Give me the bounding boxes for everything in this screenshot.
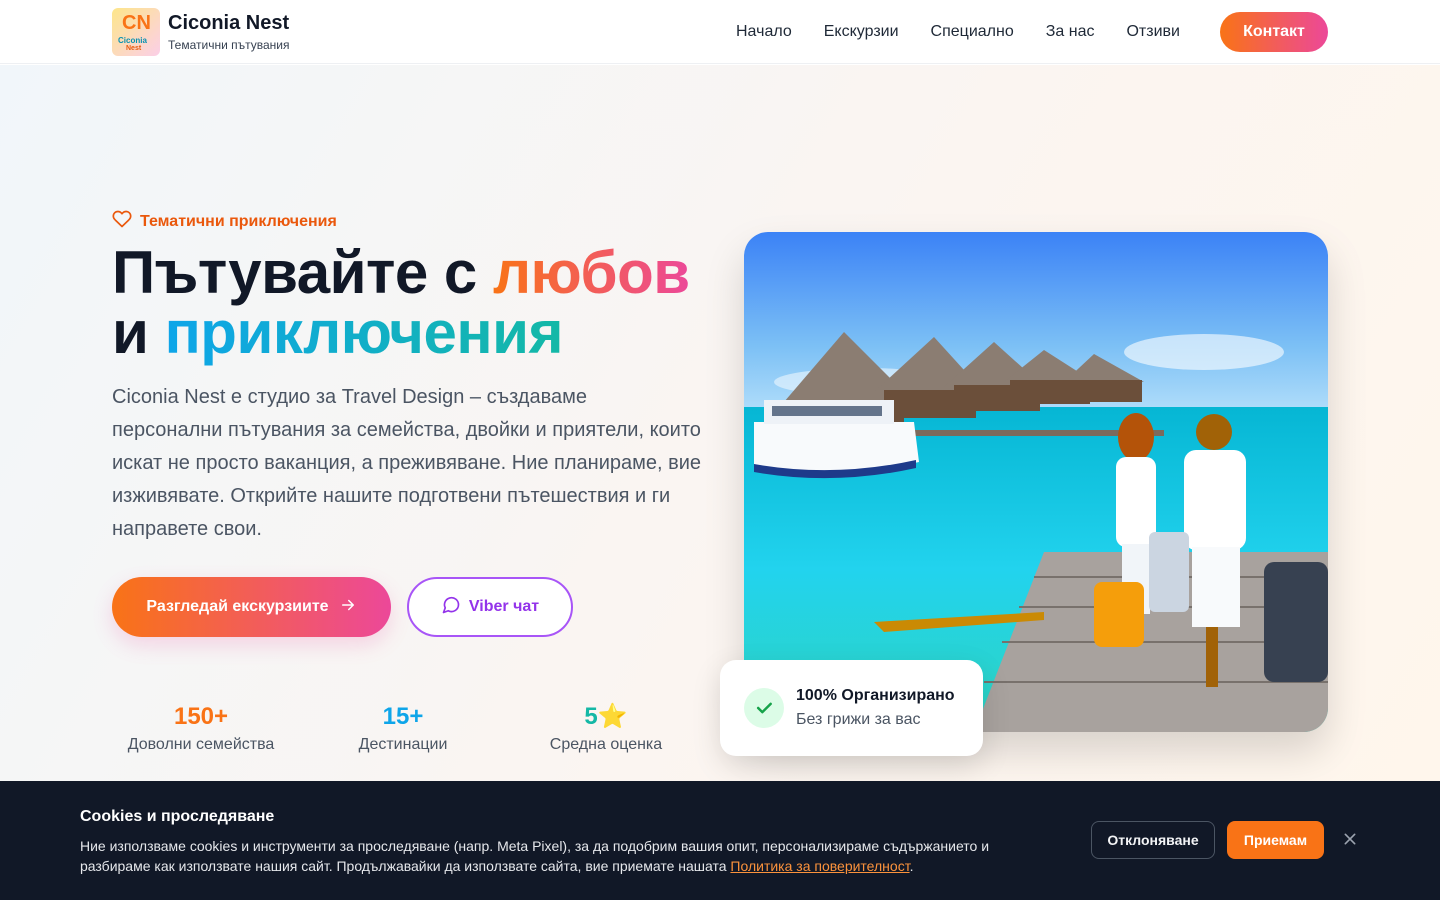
brand-tagline: Тематични пътувания <box>168 38 290 52</box>
stat-destinations: 15+ Дестинации <box>314 701 492 757</box>
logo-wordmark: Ciconia <box>118 36 147 45</box>
stat-label: Дестинации <box>358 736 448 753</box>
logo-link[interactable]: CN Ciconia Nest Ciconia Nest Тематични п… <box>112 8 289 56</box>
privacy-policy-link[interactable]: Политика за поверителност <box>730 858 909 874</box>
viber-chat-button[interactable]: Viber чат <box>407 577 573 637</box>
hero-headline: Пътувайте с любов и приключения <box>112 239 690 366</box>
hero-description: Ciconia Nest е студио за Travel Design –… <box>112 386 702 540</box>
decline-cookies-button[interactable]: Отклоняване <box>1091 821 1215 859</box>
hero-section: Тематични приключения Пътувайте с любов … <box>0 65 1440 781</box>
headline-accent-love: любов <box>492 239 690 306</box>
brand-logo: CN Ciconia Nest <box>112 8 160 56</box>
hero-photo <box>744 232 1328 732</box>
stat-families: 150+ Доволни семейства <box>112 701 290 757</box>
badge-title: 100% Организирано <box>796 687 955 704</box>
headline-accent-adventure: приключения <box>164 299 564 366</box>
cookie-text: Ние използваме cookies и инструменти за … <box>80 838 990 874</box>
badge-subtitle: Без грижи за вас <box>796 711 921 728</box>
nav-excursions[interactable]: Екскурзии <box>824 20 899 44</box>
check-icon <box>744 688 784 728</box>
accept-cookies-button[interactable]: Приемам <box>1227 821 1324 859</box>
stat-label: Доволни семейства <box>127 736 275 753</box>
contact-button[interactable]: Контакт <box>1220 12 1328 52</box>
cookie-title: Cookies и проследяване <box>80 808 275 825</box>
nav-about[interactable]: За нас <box>1046 20 1095 44</box>
stat-value: 5⭐ <box>584 703 628 730</box>
site-header: CN Ciconia Nest Ciconia Nest Тематични п… <box>0 0 1440 64</box>
organized-badge: 100% Организирано Без грижи за вас <box>720 660 983 756</box>
heart-icon <box>112 209 132 234</box>
nav-special[interactable]: Специално <box>931 20 1014 44</box>
browse-excursions-button[interactable]: Разгледай екскурзиите <box>112 577 391 637</box>
nav-home[interactable]: Начало <box>736 20 792 44</box>
stat-label: Средна оценка <box>549 736 663 753</box>
eyebrow-text: Тематични приключения <box>140 212 337 230</box>
stat-rating: 5⭐ Средна оценка <box>517 701 695 757</box>
arrow-right-icon <box>339 596 357 619</box>
close-icon[interactable] <box>1340 829 1360 849</box>
chat-bubble-icon <box>441 595 461 620</box>
brand-name: Ciconia Nest <box>168 12 290 34</box>
brand-block: Ciconia Nest Тематични пътувания <box>168 11 289 53</box>
stat-value: 150+ <box>173 703 229 730</box>
nav-reviews[interactable]: Отзиви <box>1126 20 1179 44</box>
hero-eyebrow: Тематични приключения <box>112 209 337 234</box>
stat-value: 15+ <box>382 703 424 730</box>
main-nav: Начало Екскурзии Специално За нас Отзиви <box>736 20 1180 44</box>
cookie-banner: Cookies и проследяване Ние използваме co… <box>0 781 1440 900</box>
